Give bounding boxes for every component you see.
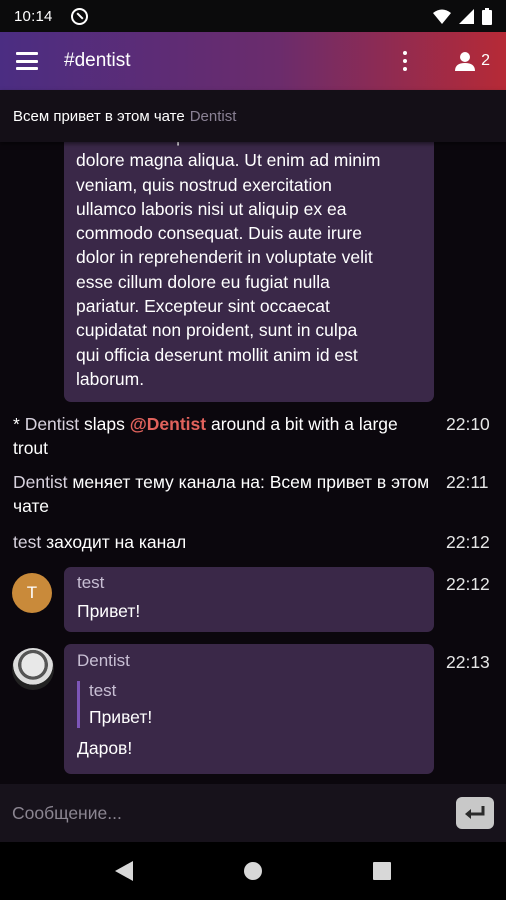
more-options-icon[interactable] xyxy=(395,49,415,73)
users-count: 2 xyxy=(481,52,490,69)
mention[interactable]: @Dentist xyxy=(130,414,206,434)
enter-icon xyxy=(465,806,485,819)
battery-icon xyxy=(482,7,492,25)
action-nick[interactable]: Dentist xyxy=(25,414,79,434)
quote-text: Привет! xyxy=(89,707,153,727)
avatar[interactable] xyxy=(12,648,54,690)
send-button[interactable] xyxy=(456,797,494,829)
back-icon[interactable] xyxy=(115,861,133,881)
status-bar: 10:14 xyxy=(0,0,506,32)
user-icon xyxy=(455,52,476,71)
status-icons xyxy=(433,7,492,25)
app-bar: #dentist 2 xyxy=(0,32,506,90)
action-prefix: * xyxy=(13,414,25,434)
message-list[interactable]: eiusmod tempor incididunt ut labore et d… xyxy=(0,142,506,784)
message-bubble[interactable]: eiusmod tempor incididunt ut labore et d… xyxy=(64,142,434,402)
message-time: 22:11 xyxy=(446,472,489,492)
home-icon[interactable] xyxy=(243,861,263,881)
recents-icon[interactable] xyxy=(373,862,391,880)
message-body: Даров! xyxy=(77,738,133,758)
topic-change-text: меняет тему канала на: Всем привет в это… xyxy=(13,472,430,516)
message-input[interactable] xyxy=(12,802,456,824)
menu-icon[interactable] xyxy=(16,52,38,70)
message-bubble[interactable]: Dentist test Привет! Даров! xyxy=(64,644,434,774)
join-nick[interactable]: test xyxy=(13,532,41,552)
composer xyxy=(0,784,506,842)
message-body: Привет! xyxy=(77,601,141,621)
message-time: 22:13 xyxy=(446,652,490,672)
topic-change-message: Dentist меняет тему канала на: Всем прив… xyxy=(13,470,433,518)
action-verb: slaps xyxy=(79,414,130,434)
message-author: test xyxy=(77,573,105,592)
topic-author: Dentist xyxy=(189,107,237,125)
message-time: 22:10 xyxy=(446,414,490,434)
message-text: eiusmod tempor incididunt ut labore et d… xyxy=(76,142,381,389)
avatar[interactable]: T xyxy=(12,573,52,613)
system-nav-bar xyxy=(0,842,506,900)
message-time: 22:12 xyxy=(446,574,490,594)
message-author: Dentist xyxy=(77,651,130,670)
status-time: 10:14 xyxy=(14,7,53,25)
wifi-icon xyxy=(433,9,451,24)
action-message: * Dentist slaps @Dentist around a bit wi… xyxy=(13,412,433,460)
message-bubble[interactable]: test Привет! xyxy=(64,567,434,632)
join-text: заходит на канал xyxy=(41,532,187,552)
app-notification-icon xyxy=(70,7,88,25)
quote-author: test xyxy=(89,681,117,700)
topic-text: Всем привет в этом чате xyxy=(13,107,185,125)
channel-title: #dentist xyxy=(64,50,131,71)
users-button[interactable]: 2 xyxy=(455,51,490,71)
join-message: test заходит на канал xyxy=(13,530,433,554)
reply-quote[interactable]: test Привет! xyxy=(77,681,421,728)
signal-icon xyxy=(459,8,474,24)
topic-change-nick[interactable]: Dentist xyxy=(13,472,67,492)
topic-bar[interactable]: Всем привет в этом чате Dentist xyxy=(0,90,506,142)
message-time: 22:12 xyxy=(446,532,490,552)
